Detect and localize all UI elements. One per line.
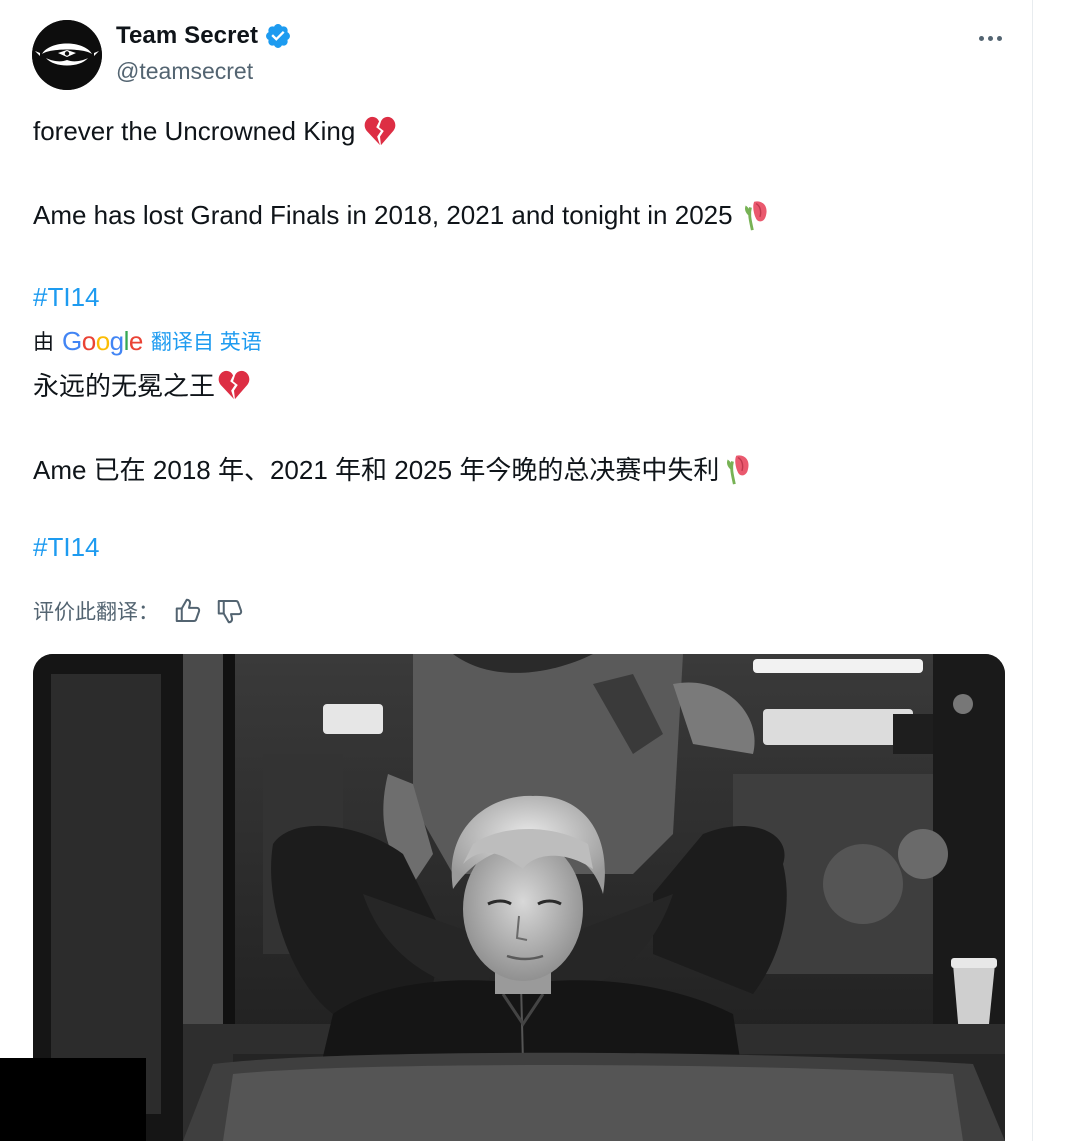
translated-line-1-text: 永远的无冕之王 [33,371,216,401]
more-options-dot [987,35,993,41]
translated-from-link[interactable]: 翻译自 英语 [151,326,262,356]
rate-translation: 评价此翻译： [33,594,245,628]
column-divider [1032,0,1033,1141]
tweet-line-2: Ame has lost Grand Finals in 2018, 2021 … [33,198,775,232]
tweet-page: Team Secret @teamsecret forever the Uncr… [0,0,1080,1141]
author-name-row[interactable]: Team Secret [116,22,292,50]
tweet-line-1: forever the Uncrowned King [33,114,397,148]
translated-line-2: Ame 已在 2018 年、2021 年和 2025 年今晚的总决赛中失利 [33,450,757,487]
redaction-block [0,1058,146,1141]
team-secret-logo-icon [32,20,102,90]
tweet-line-2-text: Ame has lost Grand Finals in 2018, 2021 … [33,199,733,230]
translated-hashtag-link[interactable]: #TI14 [33,532,100,563]
tweet-line-1-text: forever the Uncrowned King [33,115,356,146]
author-handle[interactable]: @teamsecret [116,58,253,85]
more-options-icon [978,35,984,41]
rate-translation-label: 评价此翻译： [33,601,159,624]
verified-badge-icon [266,24,291,48]
broken-heart-emoji [364,116,396,146]
google-logo: Google [62,325,143,356]
thumbs-up-icon[interactable] [173,596,203,626]
translated-line-1: 永远的无冕之王 [33,366,251,403]
translated-line-2-text: Ame 已在 2018 年、2021 年和 2025 年今晚的总决赛中失利 [33,455,720,485]
more-options-dot [996,35,1002,41]
hashtag-link[interactable]: #TI14 [33,282,100,313]
display-name[interactable]: Team Secret [116,22,258,50]
tweet-photo[interactable] [33,654,1005,1141]
translated-by-label: 由 [33,331,54,354]
black-and-white-player-photo [33,654,1005,1141]
more-options-button[interactable] [970,22,1010,54]
avatar[interactable] [32,20,102,90]
thumbs-down-icon[interactable] [215,596,245,626]
translation-attribution: 由 Google 翻译自 英语 [33,324,262,358]
broken-heart-emoji [218,370,250,399]
wilted-flower-emoji [727,454,749,484]
wilted-flower-emoji [744,201,767,231]
